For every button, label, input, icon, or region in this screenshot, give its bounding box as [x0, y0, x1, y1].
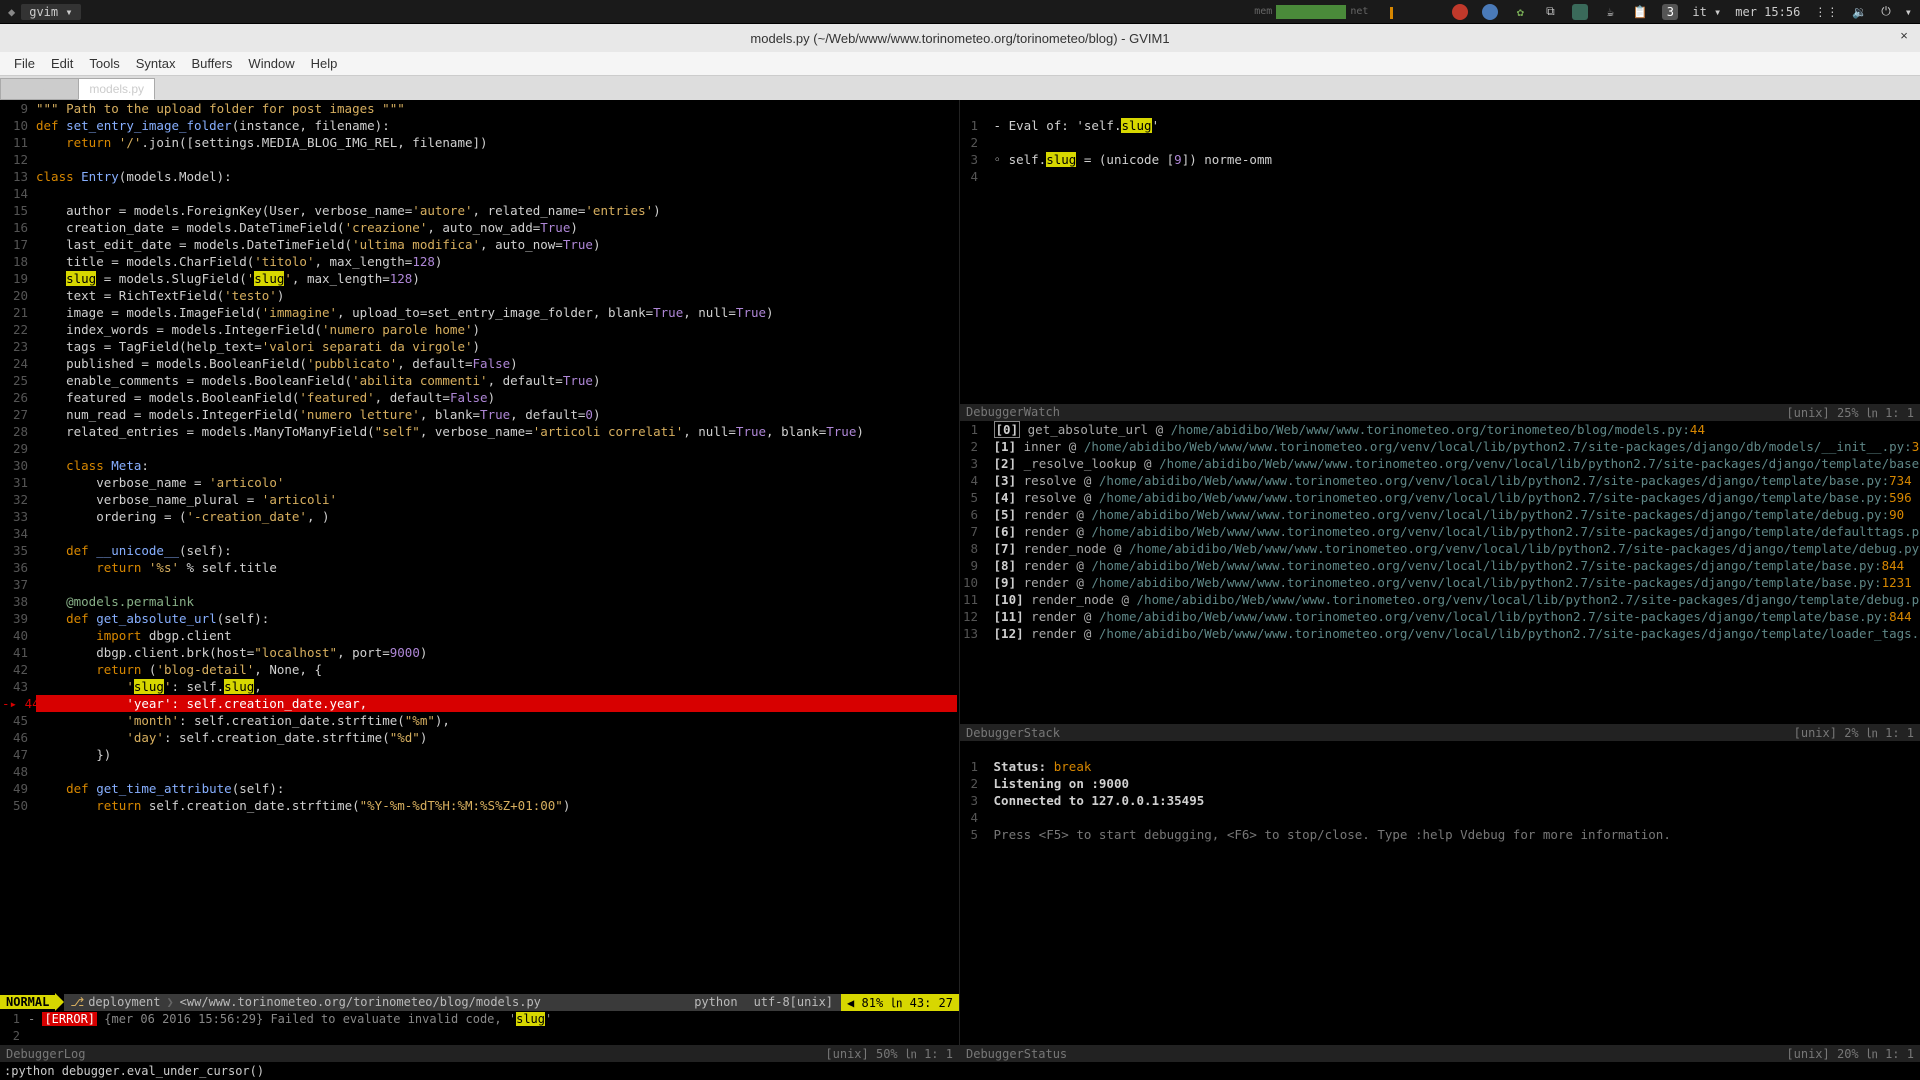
tray-chrome-icon[interactable] — [1482, 4, 1498, 20]
tray-power-icon[interactable]: ⏻ — [1881, 4, 1891, 19]
taskbar-app[interactable]: gvim ▾ — [21, 4, 80, 20]
tabbar: [No Name]models.py — [0, 76, 1920, 100]
tab-0[interactable]: [No Name] — [0, 78, 79, 100]
menu-tools[interactable]: Tools — [81, 56, 127, 71]
tray-wifi-icon[interactable]: ⋮⋮ — [1814, 5, 1838, 19]
tray-clipboard-icon[interactable]: 📋 — [1632, 4, 1648, 20]
debugger-stack[interactable]: 1 Status: break 2 Listening on :9000 3 C… — [960, 741, 1920, 1045]
menu-buffers[interactable]: Buffers — [183, 56, 240, 71]
cursor-pos: 43: 27 — [910, 996, 953, 1010]
debugger-log-status: DebuggerLog[unix] 50% ㏑ 1: 1 — [0, 1045, 959, 1062]
tray-caffeine-icon[interactable]: ☕ — [1602, 4, 1618, 20]
tab-1[interactable]: models.py — [78, 78, 155, 100]
debugger-watch[interactable]: 1 [0] get_absolute_url @ /home/abidibo/W… — [960, 421, 1920, 725]
tray-menu-icon[interactable]: ▾ — [1905, 5, 1912, 19]
command-text: :python debugger.eval_under_cursor() — [4, 1064, 264, 1078]
scroll-pct: 81% — [862, 996, 884, 1010]
tray-clock[interactable]: mer 15:56 — [1735, 5, 1800, 19]
debugger-pane: 1 - Eval of: 'self.slug' 2 3 ◦ self.slug… — [960, 100, 1920, 1062]
debugger-stack-status: DebuggerStack[unix] 2% ㏑ 1: 1 — [960, 724, 1920, 741]
filetype: python — [686, 995, 745, 1009]
error-badge: [ERROR] — [42, 1012, 97, 1026]
menu-window[interactable]: Window — [240, 56, 302, 71]
window-title: models.py (~/Web/www/www.torinometeo.org… — [750, 31, 1169, 46]
menu-edit[interactable]: Edit — [43, 56, 81, 71]
os-taskbar: ◆ gvim ▾ memnet ✿ ⧉ ☕ 📋 3 it ▾ mer 15:56… — [0, 0, 1920, 24]
eval-buffer[interactable]: 1 - Eval of: 'self.slug' 2 3 ◦ self.slug… — [960, 100, 1920, 404]
window-close-button[interactable]: × — [1896, 28, 1912, 43]
menubar: FileEditToolsSyntaxBuffersWindowHelp — [0, 52, 1920, 76]
encoding: utf-8[unix] — [746, 995, 841, 1009]
file-path: <ww/www.torinometeo.org/torinometeo/blog… — [180, 995, 541, 1009]
tray-app-icon[interactable] — [1572, 4, 1588, 20]
statusline: NORMAL ⎇ deployment ❯ <ww/www.torinomete… — [0, 993, 959, 1011]
activities-icon[interactable]: ◆ — [8, 5, 15, 19]
menu-help[interactable]: Help — [303, 56, 346, 71]
window-titlebar[interactable]: models.py (~/Web/www/www.torinometeo.org… — [0, 24, 1920, 52]
editor-area: 9""" Path to the upload folder for post … — [0, 100, 1920, 1062]
code-pane: 9""" Path to the upload folder for post … — [0, 100, 960, 1062]
debugger-status-status: DebuggerStatus[unix] 20% ㏑ 1: 1 — [960, 1045, 1920, 1062]
tray-record-icon[interactable] — [1452, 4, 1468, 20]
branch-name: deployment — [88, 995, 160, 1009]
mode-indicator: NORMAL — [0, 995, 55, 1009]
menu-file[interactable]: File — [6, 56, 43, 71]
tray-lang[interactable]: it ▾ — [1692, 5, 1721, 19]
message-line-2: 2 — [0, 1028, 959, 1045]
tray-volume-icon[interactable]: 🔉 — [1852, 5, 1867, 19]
debugger-watch-status: DebuggerWatch[unix] 25% ㏑ 1: 1 — [960, 404, 1920, 421]
tray-sync-icon[interactable]: ✿ — [1512, 4, 1528, 20]
tray-workspace-icon[interactable]: 3 — [1662, 4, 1678, 20]
menu-syntax[interactable]: Syntax — [128, 56, 184, 71]
branch-icon: ⎇ — [64, 995, 88, 1009]
taskbar-monitors: memnet — [1254, 5, 1412, 19]
code-buffer[interactable]: 9""" Path to the upload folder for post … — [0, 100, 959, 993]
tray-dropbox-icon[interactable]: ⧉ — [1542, 4, 1558, 20]
message-line: 1- [ERROR] {mer 06 2016 15:56:29} Failed… — [0, 1011, 959, 1028]
command-line[interactable]: :python debugger.eval_under_cursor() — [0, 1062, 1920, 1080]
